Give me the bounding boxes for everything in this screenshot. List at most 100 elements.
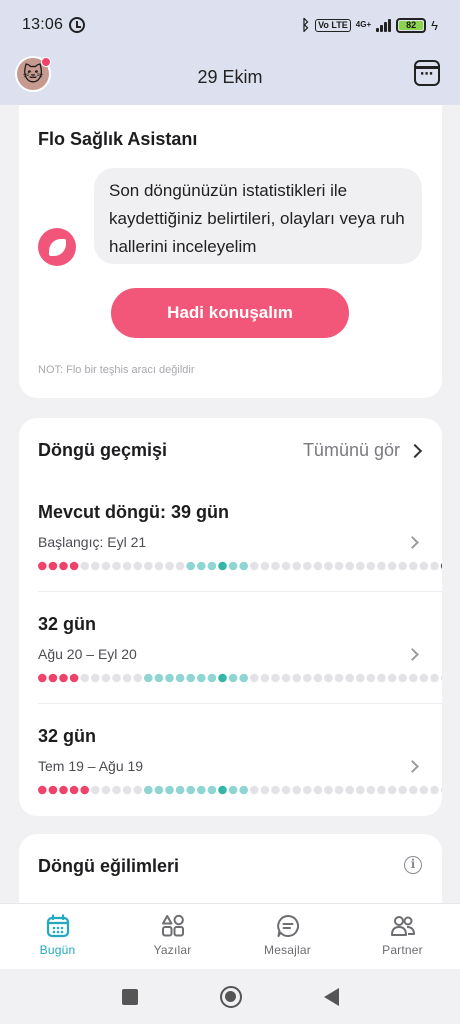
- cycle-day-dot: [186, 673, 195, 683]
- avatar[interactable]: 🐱: [15, 56, 51, 92]
- back-icon[interactable]: [323, 987, 339, 1006]
- nav-label: Yazılar: [153, 943, 192, 957]
- cycle-day-dot: [133, 785, 142, 795]
- cycle-row[interactable]: 32 gün Tem 19 – Ağu 19: [19, 726, 442, 838]
- cycle-day-dot: [419, 561, 429, 571]
- cycle-day-dot: [334, 561, 344, 571]
- cycle-day-dot: [324, 785, 333, 795]
- cycle-dates: Başlangıç: Eyl 21: [38, 534, 147, 550]
- cycle-day-dot: [38, 561, 47, 571]
- cycle-day-dot: [228, 785, 238, 795]
- system-nav: [0, 969, 460, 1024]
- cycle-day-dot: [292, 561, 301, 571]
- see-all-link[interactable]: Tümünü gör: [302, 440, 423, 461]
- calendar-icon[interactable]: [414, 60, 440, 86]
- cycle-dots: [38, 561, 442, 571]
- cycle-day-dot: [80, 561, 89, 571]
- cycle-day-dot: [175, 785, 185, 795]
- cycle-day-dot: [271, 561, 280, 571]
- calendar-icon: [46, 914, 69, 938]
- cycle-day-dot: [281, 561, 291, 571]
- cycle-day-dot: [356, 673, 365, 683]
- lets-talk-button[interactable]: Hadi konuşalım: [111, 288, 349, 338]
- cycle-day-dot: [387, 785, 397, 795]
- cycle-day-dot: [356, 561, 365, 571]
- cycle-day-dot: [409, 785, 418, 795]
- cycle-day-dot: [324, 561, 333, 571]
- cycle-day-dot: [440, 675, 442, 681]
- cycle-day-dot: [133, 673, 142, 683]
- cycle-day-dot: [112, 673, 121, 683]
- cycle-day-dot: [91, 785, 100, 795]
- cycle-title: 32 gün: [38, 614, 97, 634]
- cycle-day-dot: [112, 785, 121, 795]
- app-header: 🐱 29 Ekim: [0, 50, 460, 105]
- cycle-day-dot: [377, 561, 386, 571]
- see-all-label: Tümünü gör: [302, 440, 400, 460]
- nav-item-messages[interactable]: Mesajlar: [230, 904, 345, 969]
- cycle-day-dot: [303, 673, 312, 683]
- cycle-day-dot: [292, 785, 301, 795]
- cycle-day-dot: [250, 561, 259, 571]
- cycle-day-dot: [387, 673, 397, 683]
- cycle-day-dot: [260, 561, 270, 571]
- alarm-icon: [69, 17, 86, 33]
- cycle-day-dot: [207, 561, 217, 571]
- cycle-title: Mevcut döngü: 39 gün: [38, 502, 229, 522]
- cycle-day-dot: [144, 785, 153, 795]
- cycle-row[interactable]: 32 gün Ağu 20 – Eyl 20: [19, 614, 442, 726]
- home-icon[interactable]: [219, 985, 242, 1008]
- cycle-day-dot: [218, 785, 227, 795]
- cycle-day-dot: [419, 673, 429, 683]
- nav-item-partner[interactable]: Partner: [345, 904, 460, 969]
- cycle-day-dot: [387, 561, 397, 571]
- cycle-dots: [38, 785, 442, 795]
- charging-icon: ϟ: [431, 17, 438, 33]
- cycle-day-dot: [398, 785, 408, 795]
- cycle-dots: [38, 673, 442, 683]
- cycle-day-dot: [334, 673, 344, 683]
- nav-label: Mesajlar: [264, 943, 311, 957]
- cycle-day-dot: [91, 673, 100, 683]
- header-date[interactable]: 29 Ekim: [197, 67, 262, 88]
- nav-item-today[interactable]: Bugün: [0, 904, 115, 969]
- cycle-day-dot: [175, 561, 185, 571]
- chevron-right-icon: [407, 443, 423, 458]
- cycle-day-dot: [38, 785, 47, 795]
- volte-badge: Vo LTE: [315, 18, 351, 32]
- cycle-row-current[interactable]: Mevcut döngü: 39 gün Başlangıç: Eyl 21: [19, 502, 442, 614]
- nav-item-articles[interactable]: Yazılar: [115, 904, 230, 969]
- cycle-day-dot: [303, 561, 312, 571]
- cycle-day-dot: [228, 673, 238, 683]
- cycle-day-dot: [122, 561, 132, 571]
- cycle-day-dot: [59, 785, 68, 795]
- cycle-day-dot: [239, 561, 248, 571]
- bluetooth-icon: ᛒ: [301, 16, 311, 34]
- cycle-day-dot: [48, 673, 58, 683]
- cycle-day-dot: [440, 563, 442, 569]
- cycle-day-dot: [345, 673, 355, 683]
- nav-label: Partner: [382, 943, 423, 957]
- signal-icon: [376, 18, 392, 32]
- status-icons: ᛒ Vo LTE 4G+ 82 ϟ: [301, 17, 438, 34]
- info-icon[interactable]: i: [404, 856, 422, 874]
- cycle-day-dot: [154, 785, 164, 795]
- cycle-day-dot: [144, 561, 153, 571]
- cycle-day-dot: [197, 561, 206, 571]
- history-title: Döngü geçmişi: [38, 440, 168, 460]
- cycle-day-dot: [440, 787, 442, 793]
- cycle-day-dot: [207, 785, 217, 795]
- cycle-day-dot: [69, 561, 79, 571]
- recents-icon[interactable]: [121, 988, 138, 1005]
- cycle-dates: Ağu 20 – Eyl 20: [38, 646, 137, 662]
- cycle-day-dot: [260, 673, 270, 683]
- cycle-day-dot: [228, 561, 238, 571]
- cycle-day-dot: [303, 785, 312, 795]
- cycle-dates: Tem 19 – Ağu 19: [38, 758, 144, 774]
- chevron-right-icon: [406, 536, 419, 549]
- cycle-day-dot: [48, 561, 58, 571]
- cycle-day-dot: [271, 785, 280, 795]
- cycle-day-dot: [80, 785, 89, 795]
- cycle-day-dot: [69, 785, 79, 795]
- cycle-day-dot: [165, 673, 174, 683]
